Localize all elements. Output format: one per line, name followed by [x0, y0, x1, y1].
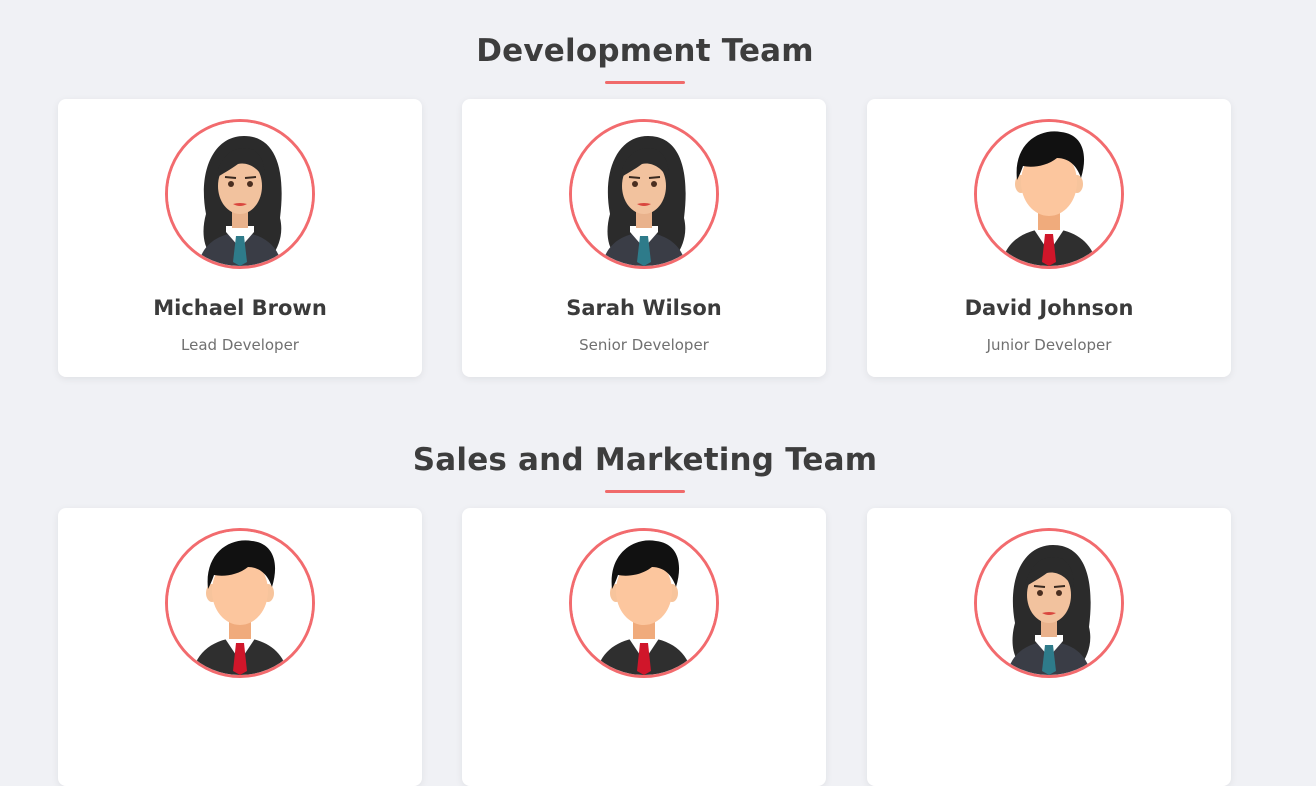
team-member-card: Sarah Wilson Senior Developer	[462, 99, 826, 377]
title-underline	[605, 490, 685, 493]
avatar-illustration	[168, 531, 312, 675]
member-role: Junior Developer	[986, 336, 1112, 354]
development-team-section: Development Team	[0, 31, 1290, 84]
team-member-card: Michael Brown Lead Developer	[58, 99, 422, 377]
member-name: Michael Brown	[153, 296, 327, 320]
team-member-card	[867, 508, 1231, 786]
member-role: Senior Developer	[579, 336, 709, 354]
avatar-illustration	[572, 531, 716, 675]
section-title: Development Team	[476, 33, 814, 69]
male-avatar-icon	[569, 528, 719, 678]
avatar-illustration	[168, 122, 312, 266]
section-title: Sales and Marketing Team	[412, 442, 878, 478]
sales-marketing-team-section: Sales and Marketing Team	[0, 440, 1290, 493]
female-avatar-icon	[569, 119, 719, 269]
male-avatar-icon	[165, 528, 315, 678]
team-member-card: David Johnson Junior Developer	[867, 99, 1231, 377]
title-underline	[605, 81, 685, 84]
avatar-illustration	[977, 122, 1121, 266]
avatar-illustration	[572, 122, 716, 266]
female-avatar-icon	[165, 119, 315, 269]
member-name: David Johnson	[964, 296, 1134, 320]
female-avatar-icon	[974, 528, 1124, 678]
member-role: Lead Developer	[181, 336, 299, 354]
male-avatar-icon	[974, 119, 1124, 269]
team-member-card	[462, 508, 826, 786]
avatar-illustration	[977, 531, 1121, 675]
member-name: Sarah Wilson	[566, 296, 722, 320]
team-member-card	[58, 508, 422, 786]
